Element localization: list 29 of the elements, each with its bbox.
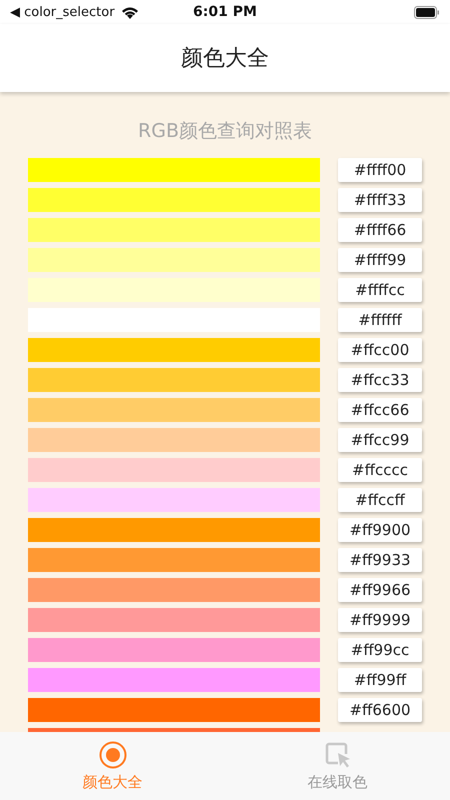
hex-code: #ffff99 (338, 248, 422, 272)
table-heading: RGB颜色查询对照表 (138, 119, 312, 144)
hex-code: #ff9966 (338, 578, 422, 602)
page-title: 颜色大全 (181, 45, 269, 73)
hex-code: #ff6600 (338, 698, 422, 722)
target-icon (98, 740, 126, 768)
hex-code: #ff99cc (338, 638, 422, 662)
tab[interactable]: 颜色大全 (0, 732, 225, 800)
hex-code: #ffff33 (338, 188, 422, 212)
hex-code: #ffcc66 (338, 398, 422, 422)
hex-code: #ff9900 (338, 518, 422, 542)
hex-code: #ffff66 (338, 218, 422, 242)
hex-code: #ffff00 (338, 158, 422, 182)
hex-code: #ffffff (338, 308, 422, 332)
hex-code: #ff99ff (338, 668, 422, 692)
cursor-select-icon (324, 740, 352, 768)
wifi-icon (120, 6, 139, 18)
hex-code: #ffcc33 (338, 368, 422, 392)
hex-code: #ffccff (338, 488, 422, 512)
hex-code: #ff9933 (338, 548, 422, 572)
hex-code: #ff9999 (338, 608, 422, 632)
status-time: 6:01 PM (193, 4, 257, 20)
back-link[interactable]: ◀ color_selector (10, 4, 115, 20)
battery-icon (414, 6, 440, 18)
hex-code: #ffcc99 (338, 428, 422, 452)
tab[interactable]: 在线取色 (225, 732, 450, 800)
hex-code: #ffcccc (338, 458, 422, 482)
hex-code: #ffffcc (338, 278, 422, 302)
hex-code: #ffcc00 (338, 338, 422, 362)
